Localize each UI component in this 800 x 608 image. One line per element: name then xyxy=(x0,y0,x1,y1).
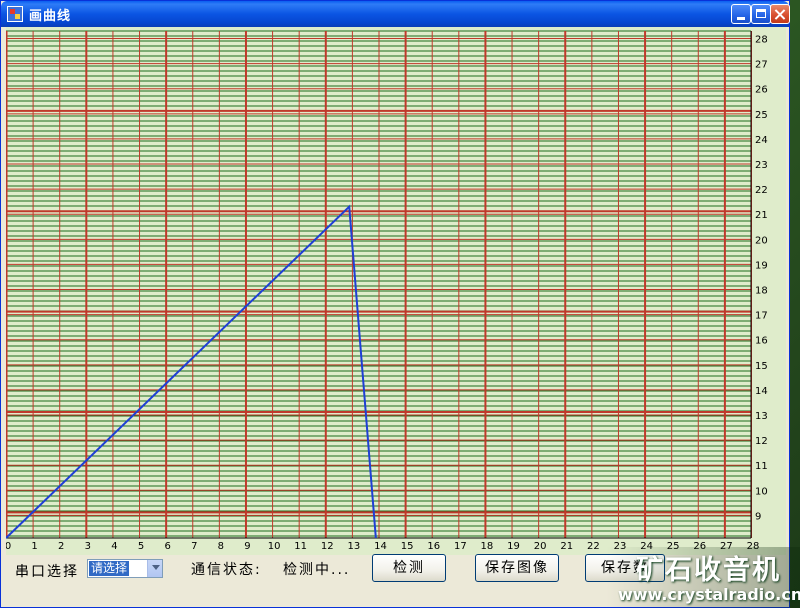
port-select-value: 请选择 xyxy=(89,561,130,576)
x-tick-label: 5 xyxy=(138,541,144,552)
x-tick-label: 20 xyxy=(534,541,547,552)
y-tick-label: 9 xyxy=(755,511,761,522)
y-tick-label: 12 xyxy=(755,436,768,447)
maximize-button[interactable] xyxy=(751,4,771,24)
status-value: 检测中... xyxy=(283,562,351,578)
y-tick-label: 25 xyxy=(755,110,768,121)
x-tick-label: 4 xyxy=(111,541,117,552)
y-tick-label: 24 xyxy=(755,135,768,146)
x-tick-label: 16 xyxy=(427,541,440,552)
y-tick-label: 10 xyxy=(755,486,768,497)
watermark-brand: 矿石收音机 xyxy=(636,555,781,586)
y-tick-label: 27 xyxy=(755,60,768,71)
y-tick-label: 16 xyxy=(755,336,768,347)
x-tick-label: 6 xyxy=(164,541,170,552)
y-tick-label: 23 xyxy=(755,160,768,171)
y-tick-label: 15 xyxy=(755,361,768,372)
y-tick-label: 28 xyxy=(755,35,768,46)
x-tick-label: 2 xyxy=(58,541,64,552)
close-button[interactable] xyxy=(770,4,790,24)
x-tick-label: 12 xyxy=(321,541,334,552)
y-tick-label: 19 xyxy=(755,260,768,271)
x-tick-label: 18 xyxy=(481,541,494,552)
y-tick-label: 18 xyxy=(755,286,768,297)
watermark-logo: 矿石收音机 www.crystalradio.cn xyxy=(606,547,800,608)
status-label: 通信状态: xyxy=(191,562,262,578)
x-tick-label: 17 xyxy=(454,541,467,552)
x-tick-label: 0 xyxy=(6,541,11,552)
detect-button[interactable]: 检测 xyxy=(372,554,446,582)
y-tick-label: 21 xyxy=(755,210,768,221)
app-icon[interactable] xyxy=(7,6,23,22)
y-tick-label: 17 xyxy=(755,311,768,322)
y-tick-label: 20 xyxy=(755,235,768,246)
minimize-button[interactable] xyxy=(731,4,751,24)
y-tick-label: 22 xyxy=(755,185,768,196)
x-tick-label: 10 xyxy=(268,541,281,552)
chevron-down-icon[interactable] xyxy=(147,560,162,577)
x-tick-label: 1 xyxy=(31,541,37,552)
y-tick-label: 11 xyxy=(755,461,768,472)
x-tick-label: 8 xyxy=(218,541,224,552)
x-tick-label: 3 xyxy=(85,541,91,552)
y-tick-label: 13 xyxy=(755,411,768,422)
x-tick-label: 22 xyxy=(587,541,600,552)
watermark-url: www.crystalradio.cn xyxy=(618,585,800,604)
x-tick-label: 19 xyxy=(507,541,520,552)
x-tick-label: 13 xyxy=(348,541,361,552)
plot-area: 0123456789101112131415161718192021222324… xyxy=(6,27,786,555)
port-select-label: 串口选择 xyxy=(15,564,79,580)
x-tick-label: 15 xyxy=(401,541,414,552)
y-tick-label: 14 xyxy=(755,386,768,397)
x-tick-label: 21 xyxy=(560,541,573,552)
curve-chart: 0123456789101112131415161718192021222324… xyxy=(6,30,768,552)
x-tick-label: 7 xyxy=(191,541,197,552)
x-tick-label: 9 xyxy=(244,541,250,552)
main-window: 画曲线 0 1 2 3 4 5 6 7 8 9 10 11 12 13 14 15 16 17 18 19 20 21 22… xyxy=(0,0,790,608)
port-select[interactable]: 请选择 xyxy=(87,559,163,578)
save-image-button[interactable]: 保存图像 xyxy=(475,554,559,582)
title-bar[interactable]: 画曲线 xyxy=(1,1,790,27)
window-title: 画曲线 xyxy=(29,9,72,24)
x-tick-label: 11 xyxy=(294,541,307,552)
y-tick-label: 26 xyxy=(755,85,768,96)
x-tick-label: 14 xyxy=(374,541,387,552)
